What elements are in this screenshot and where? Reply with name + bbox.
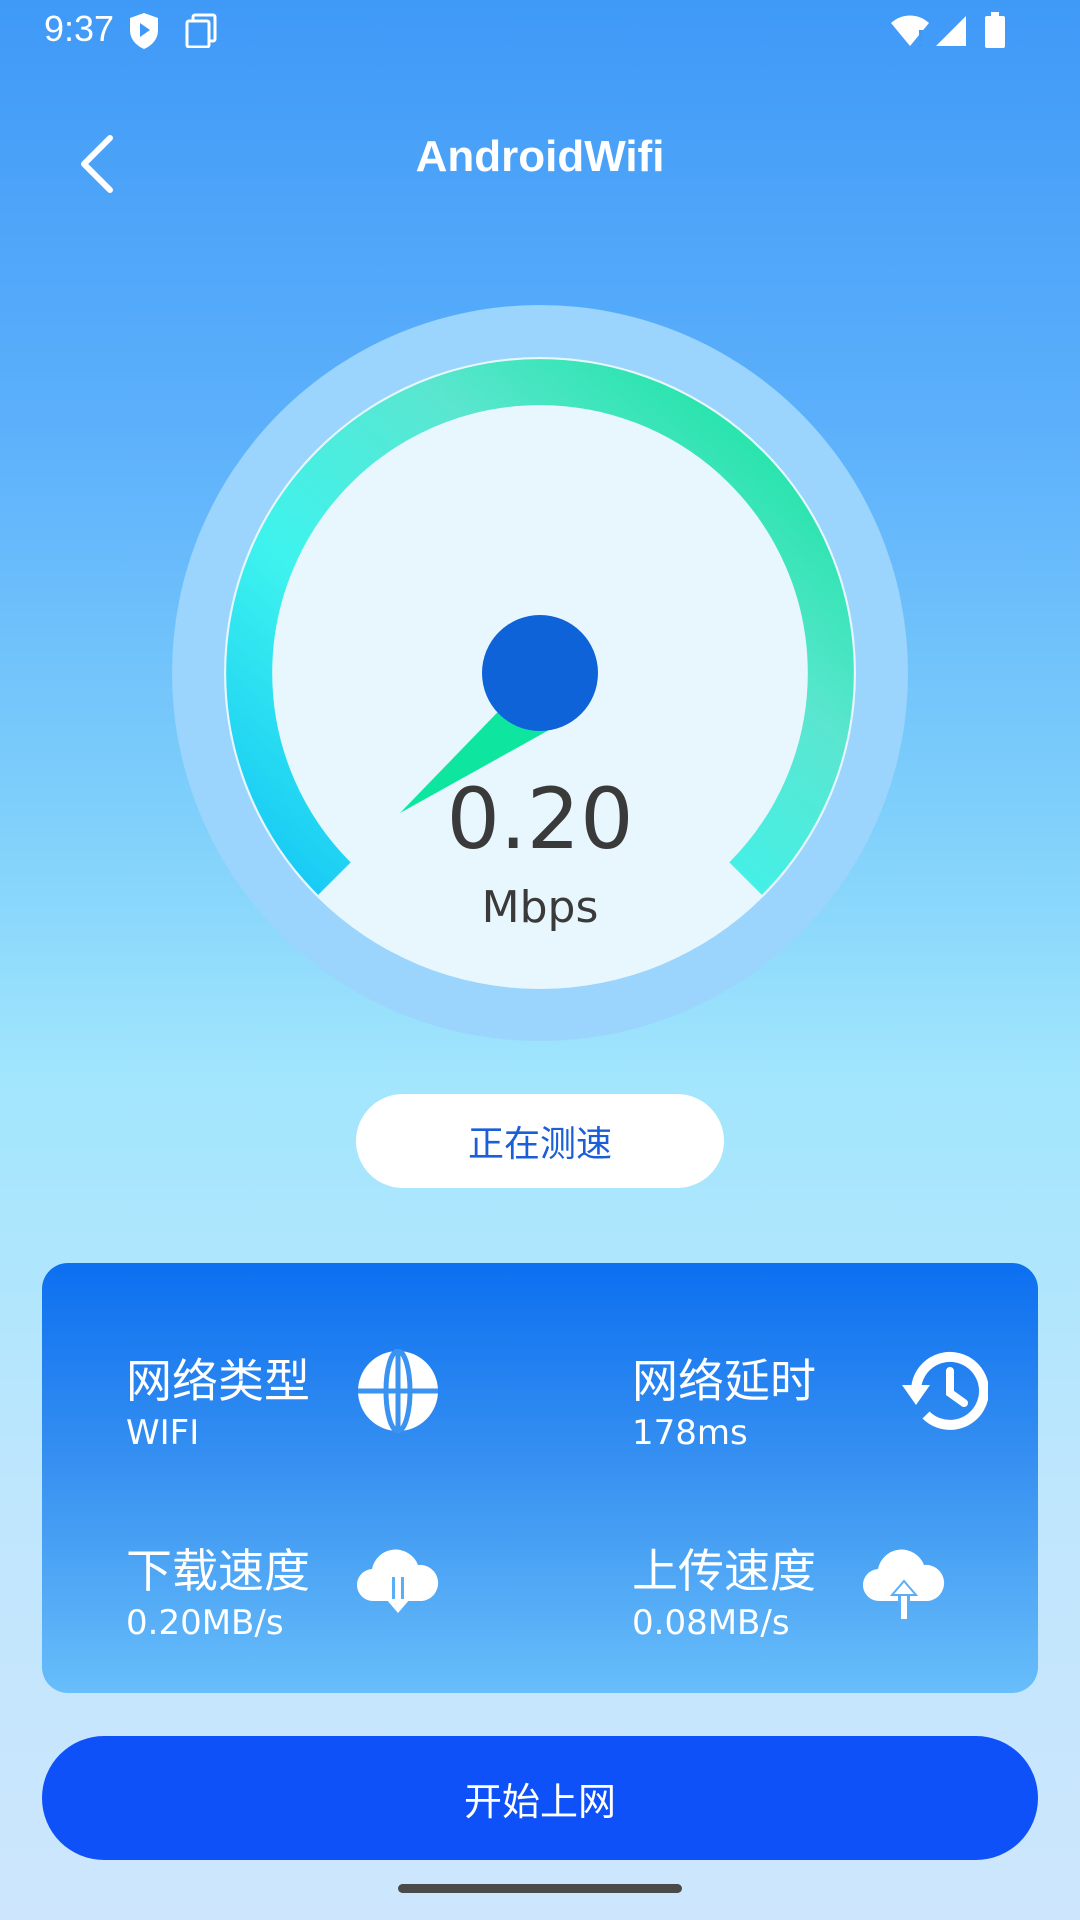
upload-value: 0.08MB/s <box>632 1603 790 1643</box>
cloud-download-icon <box>356 1539 440 1623</box>
cloud-upload-icon <box>862 1539 946 1623</box>
status-bar: 9:37 <box>0 0 1080 64</box>
download-value: 0.20MB/s <box>126 1603 284 1643</box>
globe-icon <box>356 1348 440 1434</box>
speed-unit: Mbps <box>481 882 599 933</box>
speed-value: 0.20 <box>446 770 634 868</box>
home-indicator[interactable] <box>398 1884 682 1893</box>
network-type-label: 网络类型 <box>126 1354 310 1408</box>
gauge-needle-hub <box>482 615 598 731</box>
latency-value: 178ms <box>632 1413 748 1453</box>
screenshot-icon <box>184 12 218 52</box>
upload-label: 上传速度 <box>632 1544 816 1598</box>
network-info-card: 网络类型 WIFI 网络延时 178ms 下载速度 0.20MB/s 上传速度 … <box>42 1263 1038 1693</box>
battery-icon <box>984 12 1006 52</box>
download-label: 下载速度 <box>126 1544 310 1598</box>
download-cell: 下载速度 0.20MB/s <box>126 1535 566 1655</box>
start-browsing-button[interactable]: 开始上网 <box>42 1736 1038 1860</box>
network-type-value: WIFI <box>126 1413 200 1453</box>
signal-icon <box>934 14 968 52</box>
page-title: AndroidWifi <box>415 132 665 181</box>
play-protect-icon <box>128 12 160 54</box>
network-type-cell: 网络类型 WIFI <box>126 1345 566 1465</box>
upload-cell: 上传速度 0.08MB/s <box>632 1535 1072 1655</box>
testing-status-button[interactable]: 正在测速 <box>356 1094 724 1188</box>
latency-cell: 网络延时 178ms <box>632 1345 1072 1465</box>
latency-label: 网络延时 <box>632 1354 816 1408</box>
wifi-icon <box>890 14 930 52</box>
history-clock-icon <box>898 1349 989 1433</box>
status-time: 9:37 <box>44 8 115 49</box>
